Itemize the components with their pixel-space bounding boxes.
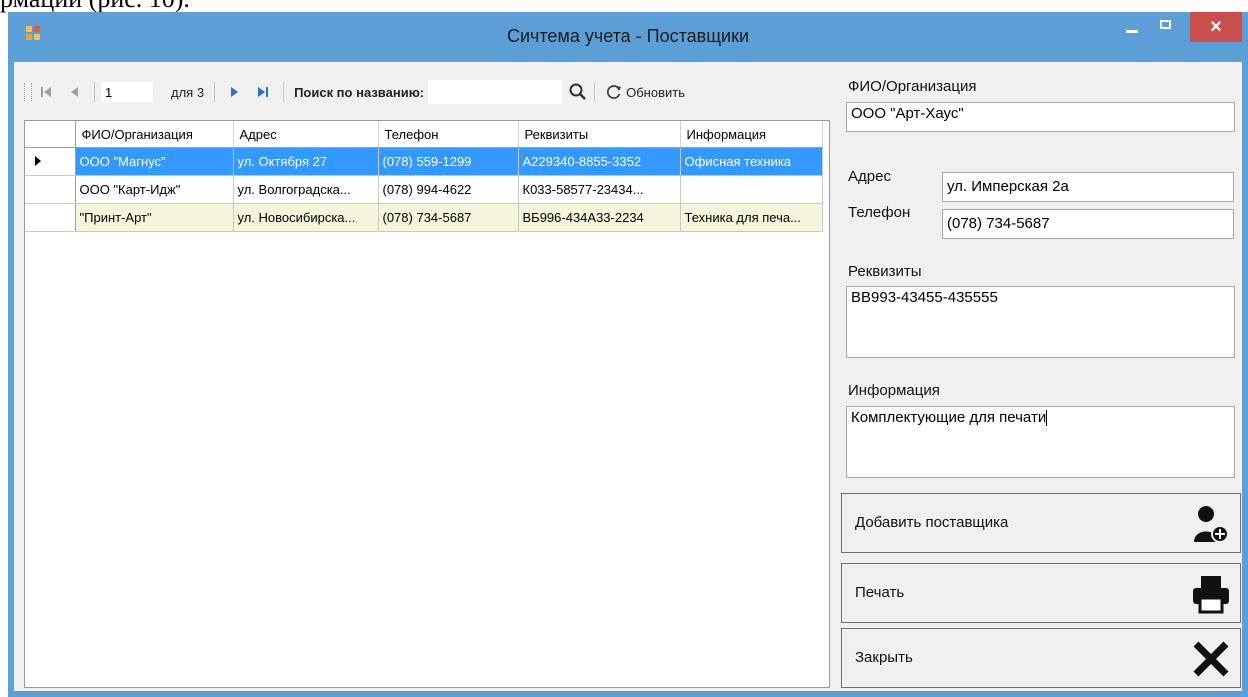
toolbar-grip[interactable] [24,83,32,101]
refresh-icon [607,85,622,99]
table-cell[interactable]: (078) 734-5687 [378,203,519,232]
move-next-icon[interactable] [225,82,245,102]
table-cell[interactable]: ООО "Магнус" [75,147,234,176]
phone-label: Телефон [848,204,911,221]
close-x-icon [1193,641,1229,677]
requisites-label: Реквизиты [848,263,922,280]
table-cell[interactable]: ВБ996-434А33-2234 [518,203,681,232]
phone-field[interactable]: (078) 734-5687 [942,209,1234,239]
table-cell[interactable] [680,175,823,204]
close-window-button[interactable]: × [1190,12,1242,42]
print-label: Печать [855,584,905,601]
toolbar-separator [94,82,95,102]
client-area: для 3 Поиск по названию: Обновить [14,62,1242,691]
table-row[interactable]: "Принт-Арт" ул. Новосибирска... (078) 73… [25,203,823,232]
table-row[interactable]: ООО "Магнус" ул. Октября 27 (078) 559-12… [25,147,823,176]
suppliers-window: Сичтема учета - Поставщики × для 3 [8,12,1248,697]
move-last-icon[interactable] [253,82,273,102]
current-row-icon [35,156,41,166]
info-field-text: Комплектующие для печати [851,409,1047,426]
table-cell[interactable]: ООО "Карт-Идж" [75,175,234,204]
move-prev-icon[interactable] [64,82,84,102]
table-cell[interactable]: К033-58577-23434... [518,175,681,204]
printer-icon [1193,576,1229,614]
search-icon[interactable] [568,82,588,102]
column-header[interactable]: Телефон [378,121,519,148]
binding-navigator-toolbar: для 3 Поиск по названию: Обновить [18,76,818,108]
org-label: ФИО/Организация [848,78,977,95]
suppliers-table: ФИО/Организация Адрес Телефон Реквизиты … [25,121,823,232]
add-user-icon [1194,506,1229,543]
search-label: Поиск по названию: [294,84,425,100]
table-cell[interactable]: Офисная техника [680,147,823,176]
address-label: Адрес [848,168,891,185]
maximize-icon[interactable] [1152,12,1182,42]
column-header[interactable]: Адрес [233,121,379,148]
search-input[interactable] [428,80,563,104]
table-row[interactable]: ООО "Карт-Идж" ул. Волгоградска... (078)… [25,175,823,204]
move-first-icon[interactable] [36,82,56,102]
info-field[interactable]: Комплектующие для печати [846,406,1235,478]
refresh-button[interactable]: Обновить [605,83,685,101]
close-label: Закрыть [855,649,913,666]
column-header[interactable]: ФИО/Организация [75,121,234,148]
table-header-row: ФИО/Организация Адрес Телефон Реквизиты … [25,121,823,148]
table-cell[interactable]: Техника для печа... [680,203,823,232]
suppliers-grid[interactable]: ФИО/Организация Адрес Телефон Реквизиты … [24,120,830,688]
row-header[interactable] [25,175,76,204]
table-cell[interactable]: (078) 559-1299 [378,147,519,176]
table-cell[interactable]: "Принт-Арт" [75,203,234,232]
column-header[interactable]: Реквизиты [518,121,681,148]
info-label: Информация [848,382,940,399]
row-header[interactable] [25,203,76,232]
close-button[interactable]: Закрыть [841,628,1241,688]
title-bar[interactable]: Сичтема учета - Поставщики × [8,12,1248,62]
table-cell[interactable]: ул. Октября 27 [233,147,379,176]
toolbar-separator [283,82,285,102]
table-cell[interactable]: А229340-8855-3352 [518,147,681,176]
toolbar-separator [214,82,216,102]
close-icon: × [1210,16,1222,38]
table-cell[interactable]: ул. Волгоградска... [233,175,379,204]
add-supplier-button[interactable]: Добавить поставщика [841,493,1241,553]
add-supplier-label: Добавить поставщика [855,514,1009,531]
text-caret [1046,410,1048,427]
table-cell[interactable]: (078) 994-4622 [378,175,519,204]
address-field[interactable]: ул. Имперская 2а [942,172,1234,202]
org-field[interactable]: ООО "Арт-Хаус" [846,102,1235,132]
row-header[interactable] [25,147,76,176]
window-title: Сичтема учета - Поставщики [506,26,750,46]
requisites-field[interactable]: ВВ993-43455-435555 [846,286,1235,358]
table-cell[interactable]: ул. Новосибирска... [233,203,379,232]
toolbar-separator [594,82,596,102]
page-count-label: для 3 [171,84,205,100]
column-header[interactable]: Информация [680,121,823,148]
minimize-icon[interactable] [1118,12,1148,42]
refresh-label: Обновить [626,84,685,100]
row-header-corner[interactable] [25,121,76,148]
current-page-input[interactable] [101,82,153,102]
print-button[interactable]: Печать [841,563,1241,623]
